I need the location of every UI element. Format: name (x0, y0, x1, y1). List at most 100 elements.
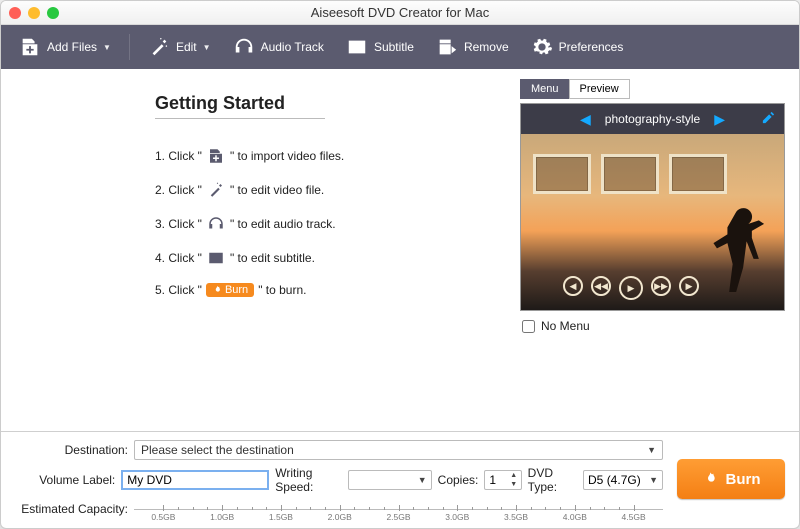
main-area: Getting Started 1. Click " " to import v… (1, 69, 799, 431)
step-4: 4. Click " " to edit subtitle. (155, 249, 510, 267)
capacity-tick-label: 1.5GB (269, 512, 293, 522)
capacity-tick (340, 505, 341, 511)
add-files-icon (19, 36, 41, 58)
subtitle-button[interactable]: Subtitle (338, 32, 422, 62)
frame (669, 154, 727, 194)
chevron-down-icon: ▼ (203, 43, 211, 52)
capacity-tick (516, 505, 517, 511)
add-files-icon (206, 147, 226, 165)
burn-chip: Burn (206, 283, 254, 297)
writing-speed-select[interactable]: ▼ (348, 470, 431, 490)
capacity-tick (634, 505, 635, 511)
edit-button[interactable]: Edit ▼ (140, 32, 219, 62)
add-files-label: Add Files (47, 40, 97, 54)
capacity-tick-label: 0.5GB (151, 512, 175, 522)
destination-value: Please select the destination (141, 443, 294, 457)
chevron-down-icon: ▼ (647, 445, 656, 455)
steps-list: 1. Click " " to import video files. 2. C… (155, 147, 510, 297)
audio-track-button[interactable]: Audio Track (225, 32, 332, 62)
settings-row: Volume Label: Writing Speed: ▼ Copies: 1 (15, 466, 663, 494)
bottom-panel: Destination: Please select the destinati… (1, 431, 799, 528)
step-text: " to edit video file. (230, 183, 324, 197)
getting-started-panel: Getting Started 1. Click " " to import v… (15, 79, 510, 427)
capacity-tick (399, 505, 400, 511)
estimated-capacity-label: Estimated Capacity: (15, 502, 128, 516)
copies-stepper[interactable]: 1 ▲ ▼ (484, 470, 521, 490)
capacity-tick (163, 505, 164, 511)
no-menu-checkbox[interactable] (522, 320, 535, 333)
next-template-icon[interactable]: ▶ (714, 111, 725, 128)
add-files-button[interactable]: Add Files ▼ (11, 32, 119, 62)
prev-template-icon[interactable]: ◀ (580, 111, 591, 128)
step-text: " to burn. (258, 283, 306, 297)
flame-icon (212, 285, 222, 295)
audio-track-label: Audio Track (261, 40, 324, 54)
writing-speed-label: Writing Speed: (275, 466, 342, 494)
rewind-icon[interactable]: ◀◀ (591, 276, 611, 296)
chevron-down-icon: ▼ (649, 475, 658, 485)
step-text: " to edit audio track. (230, 217, 336, 231)
remove-icon (436, 36, 458, 58)
capacity-tick (457, 505, 458, 511)
subtitle-label: Subtitle (374, 40, 414, 54)
step-text: 5. Click " (155, 283, 202, 297)
template-nav: ◀ photography-style ▶ (521, 104, 784, 134)
getting-started-heading: Getting Started (155, 93, 325, 119)
burn-button[interactable]: Burn (677, 459, 785, 499)
preview-box: ◀ photography-style ▶ (520, 103, 785, 311)
subtitle-icon (346, 36, 368, 58)
burn-chip-label: Burn (225, 284, 248, 296)
remove-button[interactable]: Remove (428, 32, 517, 62)
destination-select[interactable]: Please select the destination ▼ (134, 440, 663, 460)
preferences-label: Preferences (559, 40, 624, 54)
flame-icon (702, 471, 718, 487)
no-menu-label: No Menu (541, 319, 590, 333)
photographer-silhouette (708, 196, 780, 292)
destination-label: Destination: (15, 443, 128, 457)
window-title: Aiseesoft DVD Creator for Mac (1, 5, 799, 20)
capacity-tick-label: 2.5GB (386, 512, 410, 522)
step-text: 1. Click " (155, 149, 202, 163)
capacity-tick-label: 1.0GB (210, 512, 234, 522)
wand-icon (148, 36, 170, 58)
playback-controls: ◀ ◀◀ ▶ ▶▶ ▶ (563, 276, 699, 300)
chevron-down-icon: ▼ (103, 43, 111, 52)
template-name: photography-style (605, 112, 700, 126)
capacity-tick-label: 3.0GB (445, 512, 469, 522)
step-text: 2. Click " (155, 183, 202, 197)
step-2: 2. Click " " to edit video file. (155, 181, 510, 199)
dvd-type-value: D5 (4.7G) (588, 473, 641, 487)
capacity-bar: 0.5GB1.0GB1.5GB2.0GB2.5GB3.0GB3.5GB4.0GB… (134, 500, 663, 518)
step-5: 5. Click " Burn " to burn. (155, 283, 510, 297)
forward-icon[interactable]: ▶▶ (651, 276, 671, 296)
step-up-icon[interactable]: ▲ (508, 471, 520, 480)
thumbnail-frames (533, 154, 727, 194)
capacity-tick (575, 505, 576, 511)
copies-value: 1 (489, 473, 496, 487)
app-window: Aiseesoft DVD Creator for Mac Add Files … (0, 0, 800, 529)
tab-menu[interactable]: Menu (520, 79, 570, 99)
edit-template-icon[interactable] (761, 110, 776, 128)
destination-row: Destination: Please select the destinati… (15, 440, 663, 460)
capacity-tick-label: 4.5GB (622, 512, 646, 522)
dvd-type-select[interactable]: D5 (4.7G) ▼ (583, 470, 663, 490)
play-icon[interactable]: ▶ (619, 276, 643, 300)
capacity-tick-label: 4.0GB (563, 512, 587, 522)
step-down-icon[interactable]: ▼ (508, 480, 520, 489)
headphones-icon (206, 215, 226, 233)
headphones-icon (233, 36, 255, 58)
volume-label-label: Volume Label: (15, 473, 115, 487)
capacity-tick-label: 3.5GB (504, 512, 528, 522)
gear-icon (531, 36, 553, 58)
capacity-tick (222, 505, 223, 511)
remove-label: Remove (464, 40, 509, 54)
preview-panel: Menu Preview ◀ photography-style ▶ (520, 79, 785, 427)
no-menu-row[interactable]: No Menu (520, 311, 785, 333)
skip-forward-icon[interactable]: ▶ (679, 276, 699, 296)
step-text: " to edit subtitle. (230, 251, 315, 265)
preferences-button[interactable]: Preferences (523, 32, 632, 62)
tab-preview[interactable]: Preview (569, 79, 630, 99)
skip-back-icon[interactable]: ◀ (563, 276, 583, 296)
menu-preview[interactable]: ◀ ◀◀ ▶ ▶▶ ▶ (521, 134, 784, 310)
volume-label-input[interactable] (121, 470, 269, 490)
